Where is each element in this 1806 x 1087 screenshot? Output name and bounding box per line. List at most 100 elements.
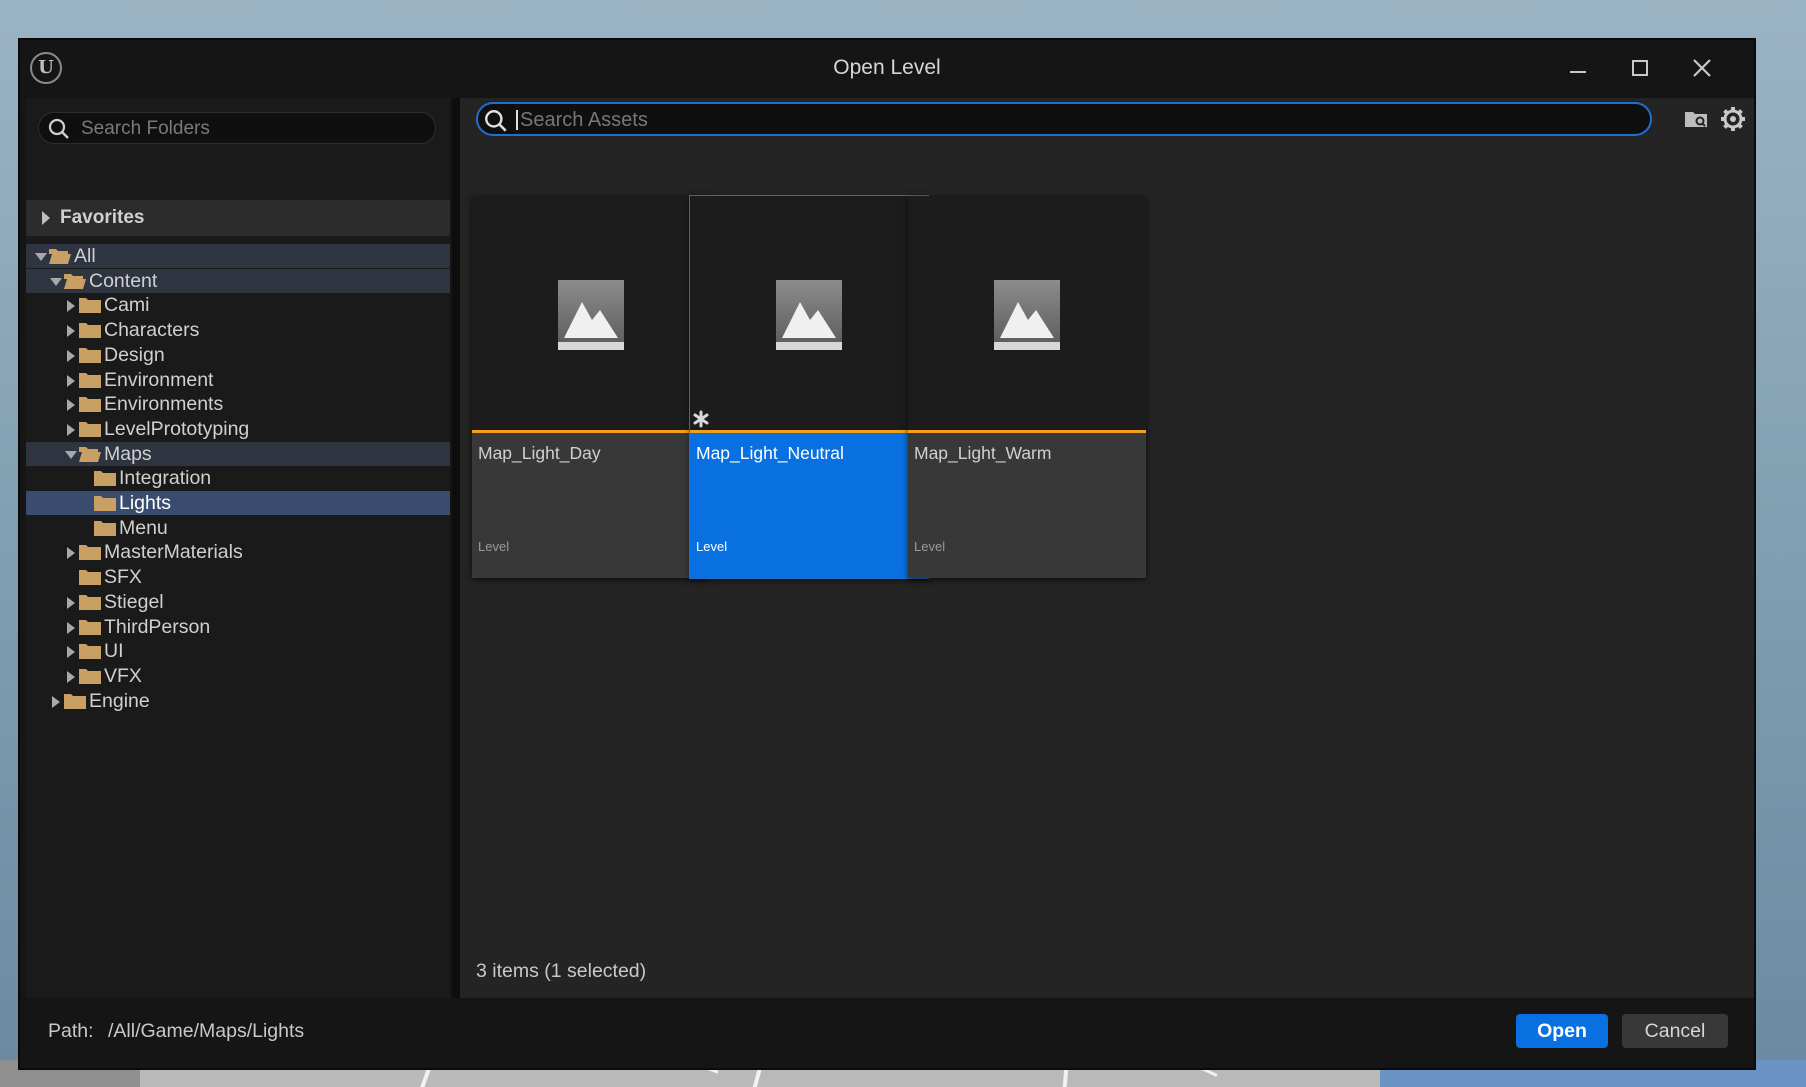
asset-pane: Map_Light_Day Level Map_Light_Neutral Level… [460,98,1754,998]
folder-search-input[interactable] [79,115,433,143]
folder-item[interactable]: MasterMaterials [26,540,450,564]
folder-item[interactable]: VFX [26,664,450,688]
maximize-button[interactable] [1618,50,1662,86]
folder-search-box[interactable] [38,112,436,144]
settings-button[interactable] [1718,104,1748,134]
level-map-icon [558,280,624,350]
folder-item-label: Stiegel [104,590,164,613]
folder-item[interactable]: Environments [26,392,450,416]
folder-item[interactable]: Engine [26,689,450,713]
cancel-button[interactable]: Cancel [1622,1014,1728,1048]
folder-item-label: Design [104,343,165,366]
asset-thumbnail [472,196,710,430]
folder-item[interactable]: All [26,244,450,268]
folder-item-label: Content [89,269,158,292]
folder-icon [79,397,101,413]
folder-view-button[interactable] [1682,104,1712,134]
folder-item[interactable]: Integration [26,466,450,490]
folder-icon [79,570,101,586]
chevron-down-icon[interactable] [34,250,48,264]
asset-name: Map_Light_Warm [914,443,1052,463]
path-value: /All/Game/Maps/Lights [108,1020,305,1042]
chevron-right-icon[interactable] [64,645,78,659]
chevron-right-icon[interactable] [64,546,78,560]
folder-item[interactable]: Lights [26,491,450,515]
asset-tile[interactable]: Map_Light_Neutral Level [689,195,929,579]
folder-item[interactable]: Menu [26,516,450,540]
search-icon [48,118,69,139]
folder-icon [79,298,101,314]
chevron-right-icon[interactable] [64,423,78,437]
chevron-right-icon[interactable] [64,324,78,338]
folder-item[interactable]: LevelPrototyping [26,417,450,441]
asset-type: Level [478,539,510,554]
folder-icon [79,644,101,660]
close-icon [1693,59,1711,77]
folder-icon [79,668,101,684]
title-bar[interactable]: U Open Level [20,40,1754,96]
folder-icon [79,323,101,339]
folder-item-label: LevelPrototyping [104,417,250,440]
folder-item[interactable]: SFX [26,565,450,589]
close-button[interactable] [1680,50,1724,86]
asset-search-box[interactable] [476,102,1652,136]
folder-item[interactable]: Stiegel [26,590,450,614]
asset-thumbnail [908,196,1146,430]
folder-item[interactable]: Environment [26,368,450,392]
chevron-right-icon[interactable] [64,398,78,412]
chevron-right-icon[interactable] [64,670,78,684]
folder-item-label: Environment [104,368,214,391]
folder-item-label: SFX [104,566,142,589]
asset-name: Map_Light_Day [478,443,601,463]
folder-item[interactable]: Characters [26,318,450,342]
folder-item-label: MasterMaterials [104,541,243,564]
favorites-label: Favorites [60,207,145,228]
folder-item-label: Cami [104,294,150,317]
folder-item[interactable]: ThirdPerson [26,615,450,639]
dialog-title: Open Level [833,56,941,79]
pane-splitter[interactable] [452,98,460,998]
asset-info: Map_Light_Neutral Level [690,433,928,578]
dirty-asterisk-icon [693,410,709,428]
asset-search-input[interactable] [518,106,1642,134]
open-level-dialog: U Open Level Favorites AllContentCamiCha… [18,38,1756,1070]
folder-search-icon [1685,112,1707,127]
chevron-right-icon[interactable] [64,621,78,635]
asset-tile[interactable]: Map_Light_Day Level [472,196,710,578]
chevron-right-icon[interactable] [49,695,63,709]
search-icon [485,110,507,132]
folder-open-icon [79,446,101,462]
asset-thumbnail [690,196,928,430]
asset-info: Map_Light_Warm Level [908,433,1146,578]
folder-item-label: Lights [119,492,172,514]
asset-info: Map_Light_Day Level [472,433,710,578]
footer-bar: Path: /All/Game/Maps/Lights Open Cancel [20,998,1754,1068]
folder-item[interactable]: UI [26,639,450,663]
folder-icon [79,619,101,635]
folder-item[interactable]: Content [26,268,450,293]
favorites-section[interactable]: Favorites [26,200,450,236]
chevron-right-icon[interactable] [64,374,78,388]
folder-icon [79,372,101,388]
asset-tile[interactable]: Map_Light_Warm Level [908,196,1146,578]
folder-item-label: Menu [119,516,168,539]
minimize-icon [1570,71,1586,73]
folder-item-label: Integration [119,467,212,490]
chevron-right-icon[interactable] [64,299,78,313]
open-button[interactable]: Open [1516,1014,1608,1048]
asset-type: Level [696,539,728,554]
asset-type: Level [914,539,946,554]
folder-item[interactable]: Design [26,343,450,367]
chevron-down-icon[interactable] [64,448,78,462]
minimize-button[interactable] [1556,50,1600,86]
chevron-right-icon[interactable] [64,349,78,363]
folder-item[interactable]: Maps [26,441,450,466]
folder-item-label: ThirdPerson [104,615,211,638]
folder-pane: Favorites AllContentCamiCharactersDesign… [26,98,450,998]
folder-icon [94,520,116,536]
expand-arrow-icon [42,211,50,225]
chevron-right-icon[interactable] [64,596,78,610]
folder-item[interactable]: Cami [26,293,450,317]
folder-item-label: Maps [104,442,152,465]
chevron-down-icon[interactable] [49,275,63,289]
